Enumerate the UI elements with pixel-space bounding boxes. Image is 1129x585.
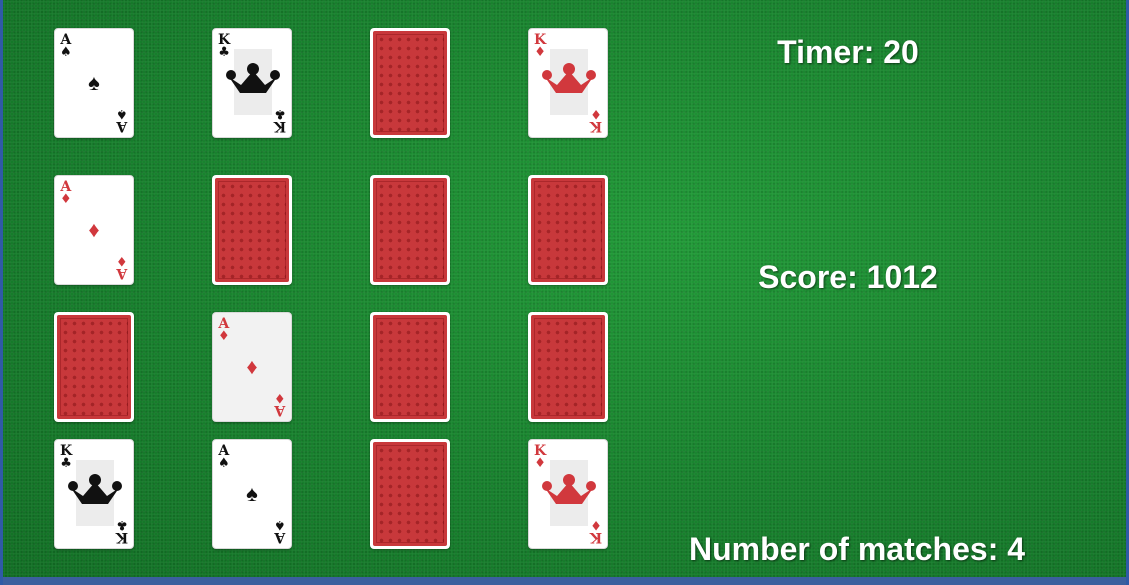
bottom-border	[3, 577, 1126, 585]
card-corner-index: A ♦	[116, 253, 128, 281]
diamonds-suit-icon: ♦	[88, 217, 100, 242]
card-corner-index: A ♦	[218, 317, 230, 343]
card-corner-index: K ♦	[589, 517, 602, 545]
timer-label: Timer: 20	[777, 34, 919, 70]
card-rank: K	[115, 529, 128, 545]
card-king-of-clubs[interactable]: K ♣ K ♣	[54, 439, 134, 549]
card-back-pattern	[531, 178, 605, 282]
card-face-down[interactable]	[370, 28, 450, 138]
card-back-pattern	[215, 178, 289, 282]
card-corner-index: A ♠	[274, 517, 286, 545]
card-ace-of-diamonds[interactable]: A ♦ A ♦ ♦	[54, 175, 134, 285]
diamonds-suit-icon: ♦	[246, 354, 258, 379]
card-back-pattern	[373, 315, 447, 419]
card-corner-index: A ♠	[218, 444, 230, 470]
card-back-pattern	[373, 442, 447, 546]
spades-suit-icon: ♠	[274, 517, 286, 532]
card-corner-index: A ♠	[116, 106, 128, 134]
card-king-of-diamonds[interactable]: K ♦ K ♦	[528, 28, 608, 138]
card-face-down[interactable]	[370, 312, 450, 422]
matches-label: Number of matches: 4	[688, 531, 1026, 567]
card-face-down[interactable]	[212, 175, 292, 285]
card-back-pattern	[531, 315, 605, 419]
game-window: A ♠ A ♠ ♠ K ♣ K ♣ K ♦ K ♦ A ♦ A ♦ ♦ A ♦ A ♦ ♦ K ♣ K ♣ A ♠ A ♠ ♠ K ♦ K ♦ Tim…	[0, 0, 1129, 585]
card-face-down[interactable]	[370, 439, 450, 549]
card-corner-index: A ♦	[274, 390, 286, 418]
spades-suit-icon: ♠	[60, 45, 72, 60]
card-corner-index: K ♦	[534, 444, 546, 470]
spades-suit-icon: ♠	[218, 456, 230, 471]
clubs-suit-icon: ♣	[274, 106, 286, 121]
spades-suit-icon: ♠	[246, 481, 258, 506]
card-face-down[interactable]	[370, 175, 450, 285]
card-back-pattern	[373, 31, 447, 135]
spades-suit-icon: ♠	[116, 106, 128, 121]
diamonds-suit-icon: ♦	[60, 192, 72, 207]
crown-icon	[68, 460, 122, 526]
card-face-down[interactable]	[528, 175, 608, 285]
card-corner-index: K ♦	[534, 33, 546, 59]
diamonds-suit-icon: ♦	[534, 45, 546, 60]
card-rank: A	[274, 402, 286, 418]
card-corner-index: K ♣	[115, 517, 128, 545]
card-corner-index: K ♣	[60, 444, 72, 470]
diamonds-suit-icon: ♦	[590, 106, 602, 121]
card-back-pattern	[57, 315, 131, 419]
card-rank: A	[116, 118, 128, 134]
diamonds-suit-icon: ♦	[534, 456, 546, 471]
diamonds-suit-icon: ♦	[218, 329, 230, 344]
card-face-down[interactable]	[528, 312, 608, 422]
diamonds-suit-icon: ♦	[274, 390, 286, 405]
card-king-of-diamonds[interactable]: K ♦ K ♦	[528, 439, 608, 549]
card-corner-index: K ♦	[589, 106, 602, 134]
card-rank: A	[116, 265, 128, 281]
clubs-suit-icon: ♣	[60, 456, 72, 471]
card-rank: K	[589, 118, 602, 134]
crown-icon	[226, 49, 280, 115]
card-rank: A	[274, 529, 286, 545]
card-back-pattern	[373, 178, 447, 282]
score-label: Score: 1012	[758, 259, 938, 295]
card-king-of-clubs[interactable]: K ♣ K ♣	[212, 28, 292, 138]
card-corner-index: A ♠	[60, 33, 72, 59]
card-ace-of-spades[interactable]: A ♠ A ♠ ♠	[54, 28, 134, 138]
crown-icon	[542, 460, 596, 526]
card-ace-of-spades[interactable]: A ♠ A ♠ ♠	[212, 439, 292, 549]
card-ace-of-diamonds[interactable]: A ♦ A ♦ ♦	[212, 312, 292, 422]
card-board: A ♠ A ♠ ♠ K ♣ K ♣ K ♦ K ♦ A ♦ A ♦ ♦ A ♦ A ♦ ♦ K ♣ K ♣ A ♠ A ♠ ♠ K ♦ K ♦	[3, 0, 643, 585]
clubs-suit-icon: ♣	[116, 517, 128, 532]
diamonds-suit-icon: ♦	[116, 253, 128, 268]
card-corner-index: A ♦	[60, 180, 72, 206]
card-rank: K	[589, 529, 602, 545]
crown-icon	[542, 49, 596, 115]
card-corner-index: K ♣	[218, 33, 230, 59]
card-face-down[interactable]	[54, 312, 134, 422]
spades-suit-icon: ♠	[88, 70, 100, 95]
card-corner-index: K ♣	[273, 106, 286, 134]
clubs-suit-icon: ♣	[218, 45, 230, 60]
card-rank: K	[273, 118, 286, 134]
diamonds-suit-icon: ♦	[590, 517, 602, 532]
